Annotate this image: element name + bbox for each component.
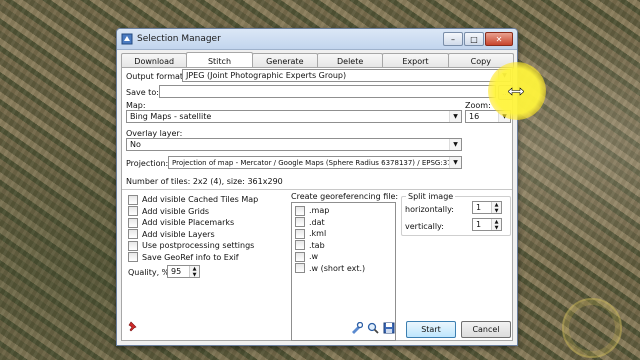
georef-tab[interactable]: .tab [295,240,395,252]
output-format-select[interactable]: JPEG (Joint Photographic Experts Group) … [182,69,511,82]
output-format-label: Output format: [126,72,186,81]
checkbox[interactable] [128,240,138,251]
checkbox[interactable] [295,251,305,262]
split-vertical-stepper[interactable]: 1 ▲ ▼ [472,218,502,231]
overlay-select[interactable]: No ▼ [126,138,462,151]
checkbox[interactable] [295,228,305,239]
checkbox[interactable] [295,217,305,228]
georef-list: .map .dat .kml .tab .w .w (short ext.) [291,202,396,341]
spin-down-icon[interactable]: ▼ [190,272,199,278]
save-to-input[interactable] [159,85,496,98]
chevron-down-icon: ▼ [449,157,461,168]
app-icon [121,33,133,45]
zoom-value: 16 [469,112,480,121]
split-horizontal-value: 1 [476,203,482,212]
minimize-button[interactable]: – [443,32,463,46]
option-layers[interactable]: Add visible Layers [128,229,258,241]
map-select[interactable]: Bing Maps - satellite ▼ [126,110,462,123]
split-vertical-value: 1 [476,220,482,229]
checkbox[interactable] [128,194,138,205]
window-title: Selection Manager [137,34,221,44]
chevron-down-icon: ▼ [449,139,461,150]
quality-stepper[interactable]: 95 ▲ ▼ [167,265,200,278]
save-icon[interactable] [383,322,395,334]
checkbox[interactable] [128,206,138,217]
checkbox[interactable] [295,205,305,216]
zoom-icon[interactable] [367,322,379,334]
zoom-label: Zoom: [465,101,491,110]
option-georef-exif[interactable]: Save GeoRef info to Exif [128,252,258,264]
map-value: Bing Maps - satellite [130,112,212,121]
projection-select[interactable]: Projection of map - Mercator / Google Ma… [168,156,462,169]
option-cached-tiles[interactable]: Add visible Cached Tiles Map [128,194,258,206]
maximize-icon: □ [470,34,478,44]
map-label: Map: [126,101,146,110]
overlay-value: No [130,140,141,149]
checkbox[interactable] [128,252,138,263]
selection-manager-window: Selection Manager – □ ✕ Download Stitch … [116,28,518,346]
pin-icon[interactable] [127,321,139,333]
tiles-info: Number of tiles: 2x2 (4), size: 361x290 [126,177,283,186]
close-button[interactable]: ✕ [485,32,513,46]
resize-cursor-icon [508,87,524,96]
save-to-label: Save to: [126,88,159,97]
minimize-icon: – [451,34,455,44]
georef-w[interactable]: .w [295,251,395,263]
tools-icon[interactable] [351,322,363,334]
option-placemarks[interactable]: Add visible Placemarks [128,217,258,229]
georef-kml[interactable]: .kml [295,228,395,240]
option-postprocessing[interactable]: Use postprocessing settings [128,240,258,252]
options-list: Add visible Cached Tiles Map Add visible… [128,194,258,263]
watermark-seal [562,298,622,358]
georef-dat[interactable]: .dat [295,217,395,229]
chevron-down-icon: ▼ [449,111,461,122]
projection-value: Projection of map - Mercator / Google Ma… [172,158,461,167]
quality-label: Quality, % [128,268,170,277]
checkbox[interactable] [128,217,138,228]
divider [122,189,512,190]
checkbox[interactable] [295,263,305,274]
maximize-button[interactable]: □ [464,32,484,46]
split-horizontal-stepper[interactable]: 1 ▲ ▼ [472,201,502,214]
split-image-label: Split image [406,192,456,201]
option-grids[interactable]: Add visible Grids [128,206,258,218]
checkbox[interactable] [128,229,138,240]
split-horizontal-label: horizontally: [405,205,454,214]
cancel-button[interactable]: Cancel [461,321,511,338]
close-icon: ✕ [495,34,503,44]
spin-down-icon[interactable]: ▼ [492,208,501,214]
stitch-panel: Output format: JPEG (Joint Photographic … [121,67,513,341]
spin-down-icon[interactable]: ▼ [492,225,501,231]
projection-label: Projection: [126,159,169,168]
overlay-label: Overlay layer: [126,129,183,138]
start-button[interactable]: Start [406,321,456,338]
quality-value: 95 [171,267,182,276]
title-bar[interactable]: Selection Manager – □ ✕ [117,29,517,50]
output-format-value: JPEG (Joint Photographic Experts Group) [186,71,347,80]
georef-map[interactable]: .map [295,205,395,217]
checkbox[interactable] [295,240,305,251]
split-vertical-label: vertically: [405,222,444,231]
georef-label: Create georeferencing file: [291,192,399,201]
georef-w-short[interactable]: .w (short ext.) [295,263,395,275]
